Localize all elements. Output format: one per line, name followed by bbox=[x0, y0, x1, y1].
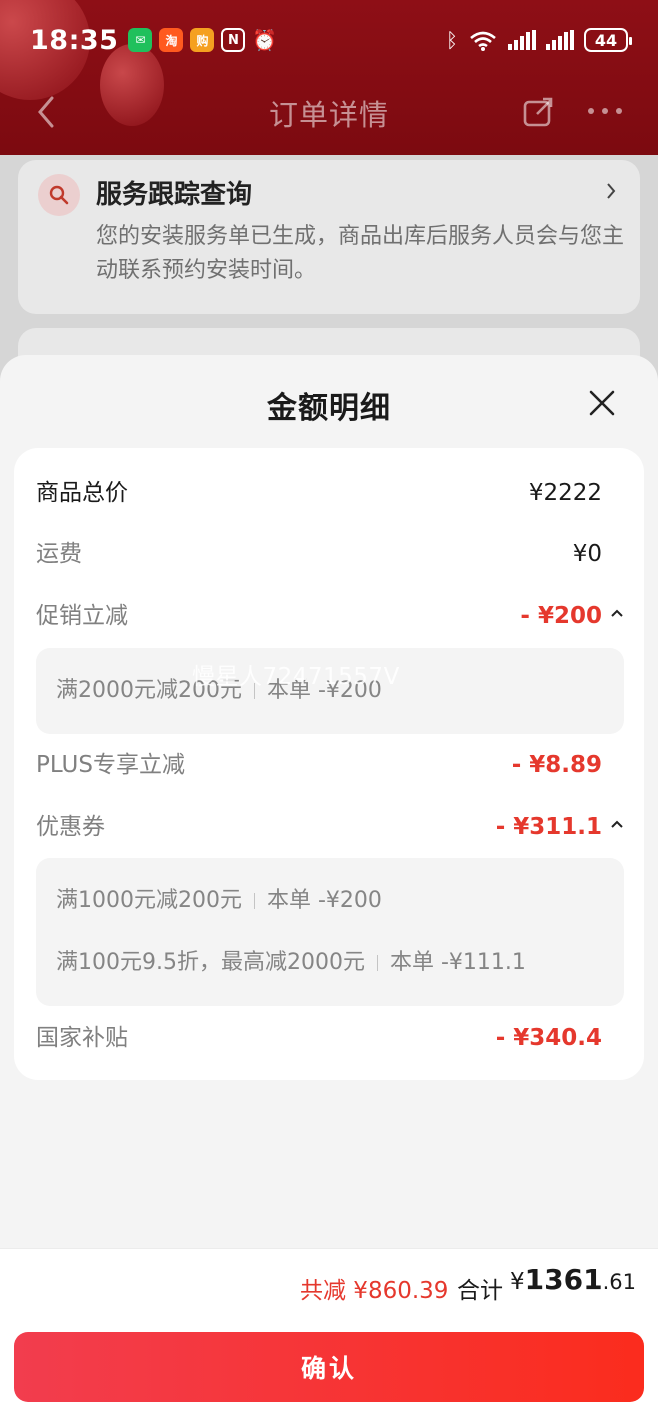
promo-row[interactable]: 促销立减 - ¥200 bbox=[36, 596, 624, 636]
chevron-up-icon[interactable] bbox=[610, 819, 624, 829]
plus-discount-value: - ¥8.89 bbox=[511, 752, 602, 778]
coupon-detail-box: 满1000元减200元 本单 -¥200 满100元9.5折，最高减2000元 本单… bbox=[36, 858, 624, 1006]
confirm-button[interactable]: 确认 bbox=[14, 1332, 644, 1402]
total-discount: 共减 ¥860.39 bbox=[300, 1278, 449, 1304]
watermark-text: 慢星人72471557V bbox=[192, 664, 400, 690]
coupon-row[interactable]: 优惠券 - ¥311.1 bbox=[36, 807, 624, 847]
coupon-rule: 满1000元减200元 bbox=[56, 888, 242, 913]
confirm-area: 确认 bbox=[0, 1326, 658, 1416]
shipping-label: 运费 bbox=[36, 541, 82, 567]
goods-total-value: ¥2222 bbox=[528, 480, 602, 506]
total-amount: ¥1361.61 bbox=[510, 1263, 636, 1296]
total-bar: 共减 ¥860.39 合计 ¥1361.61 bbox=[0, 1248, 658, 1326]
promo-value: - ¥200 bbox=[520, 603, 602, 629]
coupon-label: 优惠券 bbox=[36, 814, 105, 840]
sheet-title: 金额明细 bbox=[267, 391, 391, 426]
coupon-detail-line: 满1000元减200元 本单 -¥200 bbox=[56, 884, 382, 918]
total-decimal: .61 bbox=[602, 1270, 636, 1294]
close-icon[interactable] bbox=[588, 389, 616, 417]
subsidy-label: 国家补贴 bbox=[36, 1025, 128, 1051]
shipping-value: ¥0 bbox=[572, 541, 602, 567]
amount-detail-card: 商品总价 ¥2222 运费 ¥0 促销立减 - ¥200 满2000元减200元… bbox=[14, 448, 644, 1080]
coupon-value: - ¥311.1 bbox=[495, 814, 602, 840]
coupon-rule: 满100元9.5折，最高减2000元 bbox=[56, 950, 365, 975]
total-label: 合计 bbox=[457, 1278, 503, 1304]
plus-discount-label: PLUS专享立减 bbox=[36, 752, 185, 778]
total-currency: ¥ bbox=[510, 1269, 525, 1295]
total-integer: 1361 bbox=[524, 1263, 603, 1296]
goods-total-row: 商品总价 ¥2222 bbox=[36, 473, 624, 513]
chevron-up-icon[interactable] bbox=[610, 608, 624, 618]
subsidy-row: 国家补贴 - ¥340.4 bbox=[36, 1018, 624, 1058]
amount-detail-sheet: 金额明细 商品总价 ¥2222 运费 ¥0 促销立减 - ¥200 满2000元… bbox=[0, 355, 658, 1416]
coupon-detail-line: 满100元9.5折，最高减2000元 本单 -¥111.1 bbox=[56, 946, 526, 980]
screen: 18:35 ✉ 淘 购 N ⏰ ᛒ 44 订单详情 服务跟踪查询 您的安装服务单… bbox=[0, 0, 658, 1416]
plus-discount-row: PLUS专享立减 - ¥8.89 bbox=[36, 745, 624, 785]
coupon-amount: 本单 -¥200 bbox=[266, 888, 382, 913]
coupon-amount: 本单 -¥111.1 bbox=[389, 950, 526, 975]
promo-label: 促销立减 bbox=[36, 603, 128, 629]
goods-total-label: 商品总价 bbox=[36, 480, 128, 506]
subsidy-value: - ¥340.4 bbox=[495, 1025, 602, 1051]
shipping-row: 运费 ¥0 bbox=[36, 534, 624, 574]
